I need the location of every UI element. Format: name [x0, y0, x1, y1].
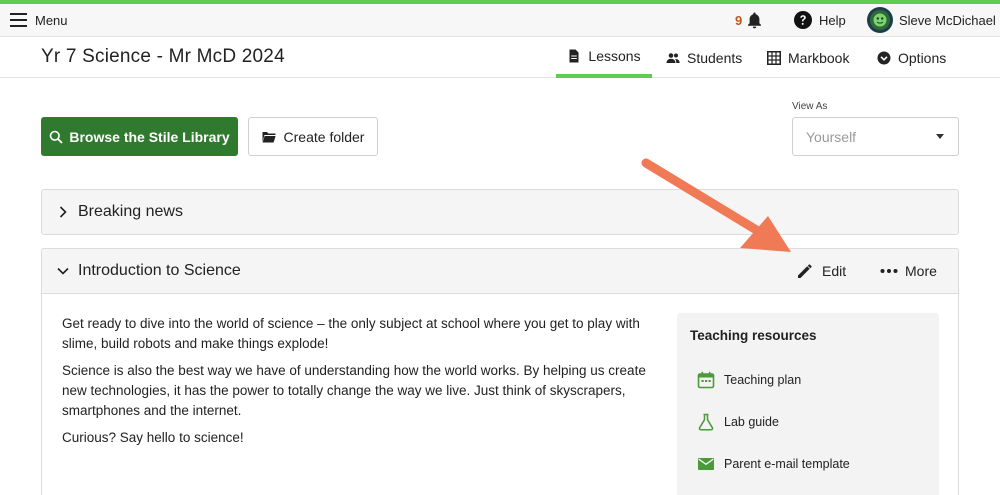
- teaching-resources-heading: Teaching resources: [690, 328, 817, 343]
- user-menu[interactable]: Sleve McDichael: [867, 7, 996, 33]
- menu-label: Menu: [35, 12, 68, 28]
- edit-label: Edit: [822, 263, 847, 279]
- description-paragraph: Get ready to dive into the world of scie…: [62, 316, 640, 351]
- tab-label: Markbook: [788, 49, 850, 66]
- edit-button[interactable]: Edit: [796, 261, 846, 281]
- teaching-resources-panel: Teaching resources Teaching plan Lab gui…: [677, 313, 939, 495]
- pencil-icon: [798, 264, 812, 278]
- top-bar: Menu 9 Help Sleve McDichael: [0, 4, 1000, 37]
- tab-lessons[interactable]: Lessons: [556, 37, 652, 78]
- section-body: Get ready to dive into the world of scie…: [41, 294, 959, 495]
- grid-icon: [767, 50, 781, 65]
- tab-markbook[interactable]: Markbook: [767, 37, 849, 78]
- notifications-button[interactable]: 9: [735, 10, 762, 30]
- section-introduction-to-science: Introduction to Science Edit More: [41, 248, 959, 294]
- chevron-right-icon: [59, 206, 67, 218]
- menu-button[interactable]: Menu: [10, 10, 68, 30]
- people-icon: [666, 52, 680, 63]
- resource-lab-guide[interactable]: Lab guide: [697, 412, 779, 432]
- section-title[interactable]: Introduction to Science: [78, 262, 241, 280]
- document-icon: [569, 49, 579, 62]
- resource-label: Lab guide: [724, 415, 779, 429]
- view-as-label: View As: [792, 101, 828, 112]
- create-folder-label: Create folder: [283, 128, 365, 145]
- resource-label: Parent e-mail template: [724, 457, 850, 471]
- view-as-select[interactable]: Yourself: [792, 117, 959, 156]
- help-button[interactable]: Help: [794, 10, 846, 30]
- chevron-down-icon: [57, 267, 69, 275]
- notification-count: 9: [735, 12, 743, 28]
- description-paragraph: Curious? Say hello to science!: [62, 430, 244, 445]
- avatar: [867, 7, 893, 33]
- calendar-icon: [697, 371, 715, 389]
- class-header: Yr 7 Science - Mr McD 2024 Lessons Stude…: [0, 37, 1000, 78]
- section-breaking-news: Breaking news: [41, 189, 959, 235]
- chevron-circle-icon: [877, 51, 891, 64]
- tab-options[interactable]: Options: [877, 37, 946, 78]
- bell-icon: [748, 12, 762, 28]
- description-paragraph: Science is also the best way we have of …: [62, 363, 646, 418]
- create-folder-button[interactable]: Create folder: [248, 117, 378, 156]
- section-toggle[interactable]: [57, 190, 69, 234]
- flask-icon: [698, 413, 714, 431]
- envelope-icon: [698, 458, 714, 470]
- resource-parent-email-template[interactable]: Parent e-mail template: [697, 454, 850, 474]
- browse-library-label: Browse the Stile Library: [69, 128, 230, 145]
- search-icon: [50, 130, 63, 144]
- tab-label: Lessons: [588, 47, 641, 64]
- folder-icon: [262, 131, 276, 142]
- user-name: Sleve McDichael: [899, 12, 996, 28]
- page-title: Yr 7 Science - Mr McD 2024: [41, 46, 285, 67]
- more-label: More: [905, 263, 937, 279]
- caret-down-icon: [936, 134, 944, 139]
- view-as-value: Yourself: [806, 129, 857, 145]
- tab-label: Options: [898, 49, 947, 66]
- tab-label: Students: [687, 49, 743, 66]
- tab-students[interactable]: Students: [666, 37, 742, 78]
- help-label: Help: [819, 12, 846, 28]
- hamburger-icon: [10, 13, 27, 27]
- browse-library-button[interactable]: Browse the Stile Library: [41, 117, 238, 156]
- section-title[interactable]: Breaking news: [78, 203, 183, 221]
- question-circle-icon: [794, 11, 812, 29]
- ellipsis-icon: [880, 269, 898, 273]
- resource-label: Teaching plan: [724, 373, 802, 387]
- resource-teaching-plan[interactable]: Teaching plan: [697, 370, 801, 390]
- section-toggle[interactable]: [57, 249, 69, 293]
- more-button[interactable]: More: [880, 261, 937, 281]
